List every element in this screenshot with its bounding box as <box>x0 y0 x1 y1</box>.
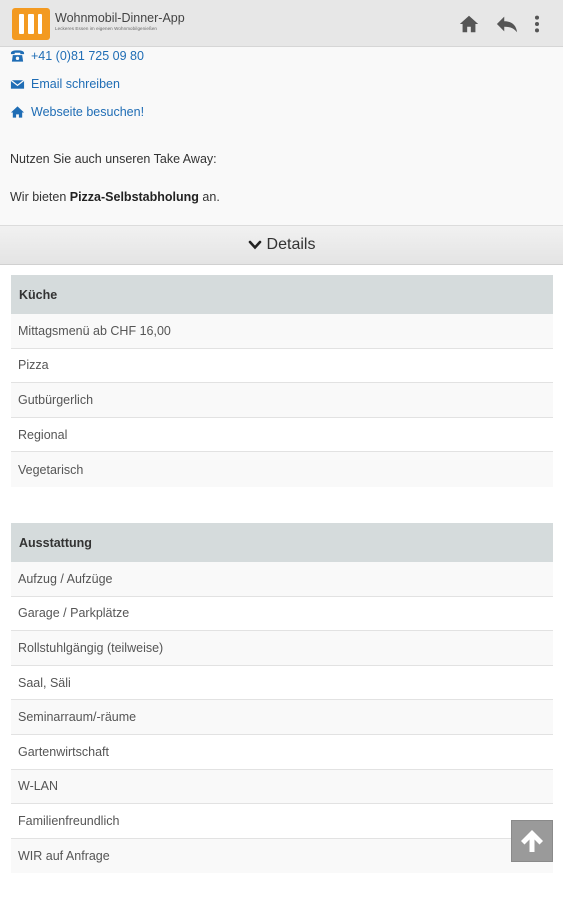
email-link[interactable]: Email schreiben <box>10 77 120 91</box>
ausstattung-header: Ausstattung <box>11 523 553 562</box>
envelope-icon <box>10 77 25 91</box>
kueche-item: Pizza <box>11 348 553 384</box>
ausstattung-item: Saal, Säli <box>11 665 553 701</box>
offer-suffix: an. <box>198 190 220 204</box>
kueche-item: Gutbürgerlich <box>11 383 553 418</box>
kueche-section: Küche Mittagsmenü ab CHF 16,00 Pizza Gut… <box>11 275 553 487</box>
kueche-item: Regional <box>11 417 553 453</box>
ausstattung-item: Familienfreundlich <box>11 804 553 839</box>
more-vertical-icon[interactable] <box>527 13 547 35</box>
ausstattung-item: Aufzug / Aufzüge <box>11 562 553 597</box>
website-link[interactable]: Webseite besuchen! <box>10 105 144 119</box>
website-label: Webseite besuchen! <box>31 105 145 119</box>
contact-section: +41 (0)81 725 09 80 Email schreiben Webs… <box>0 47 563 225</box>
kueche-header: Küche <box>11 275 553 314</box>
details-toggle[interactable]: Details <box>0 225 563 265</box>
takeaway-offer: Wir bieten Pizza-Selbstabholung an. <box>10 190 220 204</box>
email-label: Email schreiben <box>31 77 120 91</box>
arrow-up-icon <box>521 830 543 852</box>
ausstattung-item: Garage / Parkplätze <box>11 596 553 632</box>
kueche-item: Mittagsmenü ab CHF 16,00 <box>11 314 553 349</box>
home-icon <box>10 105 25 119</box>
phone-link[interactable]: +41 (0)81 725 09 80 <box>10 49 144 63</box>
app-logo <box>12 8 50 40</box>
home-icon[interactable] <box>458 13 480 35</box>
ausstattung-item: Rollstuhlgängig (teilweise) <box>11 631 553 666</box>
kueche-item: Vegetarisch <box>11 452 553 487</box>
ausstattung-item: W-LAN <box>11 769 553 805</box>
ausstattung-section: Ausstattung Aufzug / Aufzüge Garage / Pa… <box>11 523 553 874</box>
ausstattung-item: Gartenwirtschaft <box>11 734 553 770</box>
ausstattung-item: Seminarraum/-räume <box>11 700 553 735</box>
app-subtitle: Leckeres Essen im eigenen Wohnmobilgenie… <box>55 26 158 31</box>
takeaway-text: Nutzen Sie auch unseren Take Away: <box>10 152 217 166</box>
app-title: Wohnmobil-Dinner-App <box>55 11 185 25</box>
offer-prefix: Wir bieten <box>10 190 70 204</box>
chevron-down-icon <box>248 238 262 252</box>
phone-icon <box>10 49 25 63</box>
scroll-to-top-button[interactable] <box>511 820 553 862</box>
ausstattung-item: WIR auf Anfrage <box>11 838 553 874</box>
kueche-list: Mittagsmenü ab CHF 16,00 Pizza Gutbürger… <box>11 314 553 487</box>
app-bar: Wohnmobil-Dinner-App Leckeres Essen im e… <box>0 0 563 47</box>
phone-number: +41 (0)81 725 09 80 <box>31 49 144 63</box>
details-label: Details <box>266 236 316 253</box>
back-arrow-icon[interactable] <box>494 13 520 35</box>
offer-bold: Pizza-Selbstabholung <box>69 190 199 204</box>
ausstattung-list: Aufzug / Aufzüge Garage / Parkplätze Rol… <box>11 562 553 874</box>
